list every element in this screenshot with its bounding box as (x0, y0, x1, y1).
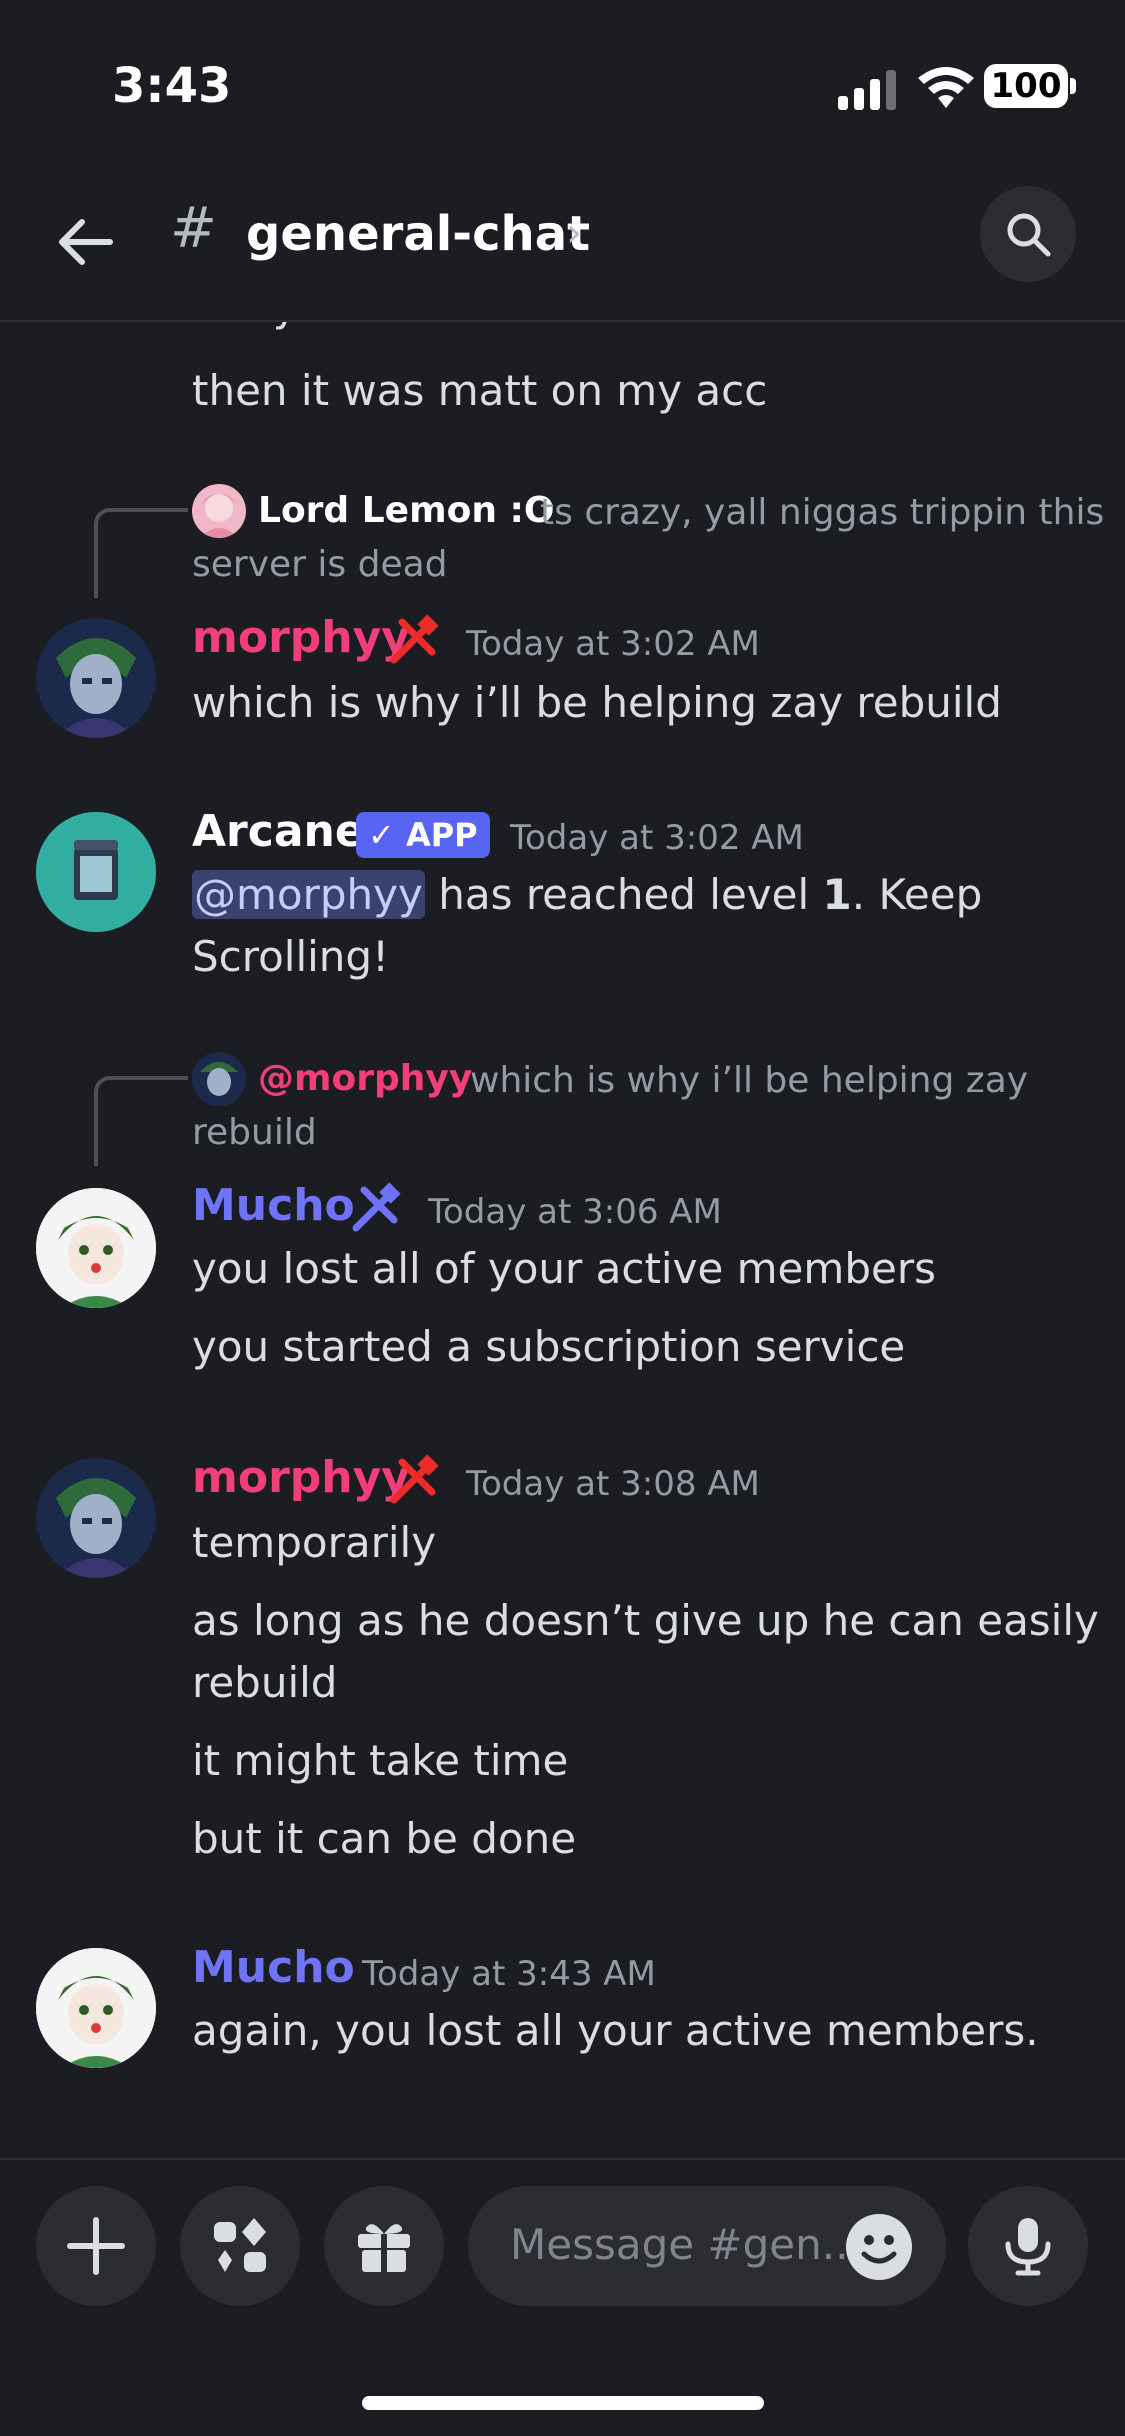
message-line: temporarily (192, 1518, 437, 1567)
message-line: you started a subscription service (192, 1322, 906, 1371)
gift-icon (358, 2224, 410, 2272)
message-line: it might take time (192, 1736, 569, 1785)
channel-hash-icon: # (170, 196, 217, 261)
reply-connector (94, 508, 188, 598)
voice-message-button[interactable] (968, 2186, 1088, 2306)
username[interactable]: morphyy (192, 612, 410, 663)
battery-indicator: 100 (984, 64, 1068, 108)
microphone-icon (1005, 2218, 1051, 2276)
username[interactable]: morphyy (192, 1452, 410, 1503)
hammer-icon (390, 614, 439, 664)
message-line: Scrolling! (192, 932, 389, 981)
battery-tip (1070, 78, 1076, 94)
app-badge: ✓ APP (356, 812, 490, 858)
search-icon (1007, 213, 1051, 257)
timestamp: Today at 3:43 AM (362, 1954, 656, 1994)
reply-username[interactable]: Lord Lemon :O (258, 490, 555, 531)
add-attachment-button[interactable] (36, 2186, 156, 2306)
reply-avatar-lord-lemon (192, 484, 246, 538)
timestamp: Today at 3:02 AM (466, 624, 760, 664)
message-line: as long as he doesn’t give up he can eas… (192, 1596, 1099, 1645)
message-line: you lost all of your active members (192, 1244, 936, 1293)
reply-preview-text[interactable]: ts crazy, yall niggas trippin this (540, 492, 1104, 533)
check-icon: ✓ (368, 816, 406, 854)
avatar[interactable] (36, 618, 156, 738)
username[interactable]: Mucho (192, 1180, 355, 1231)
home-indicator[interactable] (362, 2396, 764, 2410)
message-line: @morphyy has reached level 1. Keep (192, 870, 983, 919)
message-line: which is why i’ll be helping zay rebuild (192, 678, 1002, 727)
avatar[interactable] (36, 1188, 156, 1308)
message-line: rebuild (192, 1658, 338, 1707)
message-line: then it was matt on my acc (192, 366, 768, 415)
timestamp: Today at 3:08 AM (466, 1464, 760, 1504)
message-line: but it can be done (192, 1814, 577, 1863)
channel-header: # general-chat › (0, 160, 1125, 322)
reply-preview-text[interactable]: which is why i’ll be helping zay (470, 1060, 1028, 1101)
timestamp: Today at 3:02 AM (510, 818, 804, 858)
reply-preview-text[interactable]: server is dead (192, 544, 448, 585)
back-arrow-icon[interactable] (50, 208, 118, 276)
chevron-right-icon[interactable]: › (566, 210, 582, 256)
emoji-icon[interactable] (846, 2214, 912, 2280)
username[interactable]: Arcane (192, 806, 365, 857)
message-line-partial: if my account was involved (192, 322, 765, 331)
avatar[interactable] (36, 812, 156, 932)
username[interactable]: Mucho (192, 1942, 355, 1993)
reply-preview-text[interactable]: rebuild (192, 1112, 317, 1153)
message-list[interactable]: if my account was involved then it was m… (0, 322, 1125, 2156)
avatar[interactable] (36, 1458, 156, 1578)
message-input-placeholder: Message #gen... (510, 2220, 862, 2269)
plus-icon (67, 2217, 125, 2275)
reply-connector (94, 1076, 188, 1166)
gift-button[interactable] (324, 2186, 444, 2306)
channel-name[interactable]: general-chat (246, 206, 590, 262)
apps-icon (214, 2218, 266, 2272)
search-button[interactable] (980, 186, 1076, 282)
hammer-icon (352, 1182, 401, 1232)
signal-icon (838, 70, 896, 110)
avatar[interactable] (36, 1948, 156, 2068)
hammer-icon (390, 1454, 439, 1504)
message-composer: Message #gen... (0, 2158, 1125, 2340)
apps-button[interactable] (180, 2186, 300, 2306)
reply-username[interactable]: @morphyy (258, 1058, 472, 1099)
status-time: 3:43 (112, 58, 232, 114)
message-line: again, you lost all your active members. (192, 2006, 1039, 2055)
reply-avatar-morphyy (192, 1052, 246, 1106)
wifi-icon (918, 67, 974, 108)
user-mention[interactable]: @morphyy (192, 870, 425, 919)
timestamp: Today at 3:06 AM (428, 1192, 722, 1232)
status-bar: 3:43 100 (0, 0, 1125, 160)
message-input[interactable]: Message #gen... (468, 2186, 946, 2306)
